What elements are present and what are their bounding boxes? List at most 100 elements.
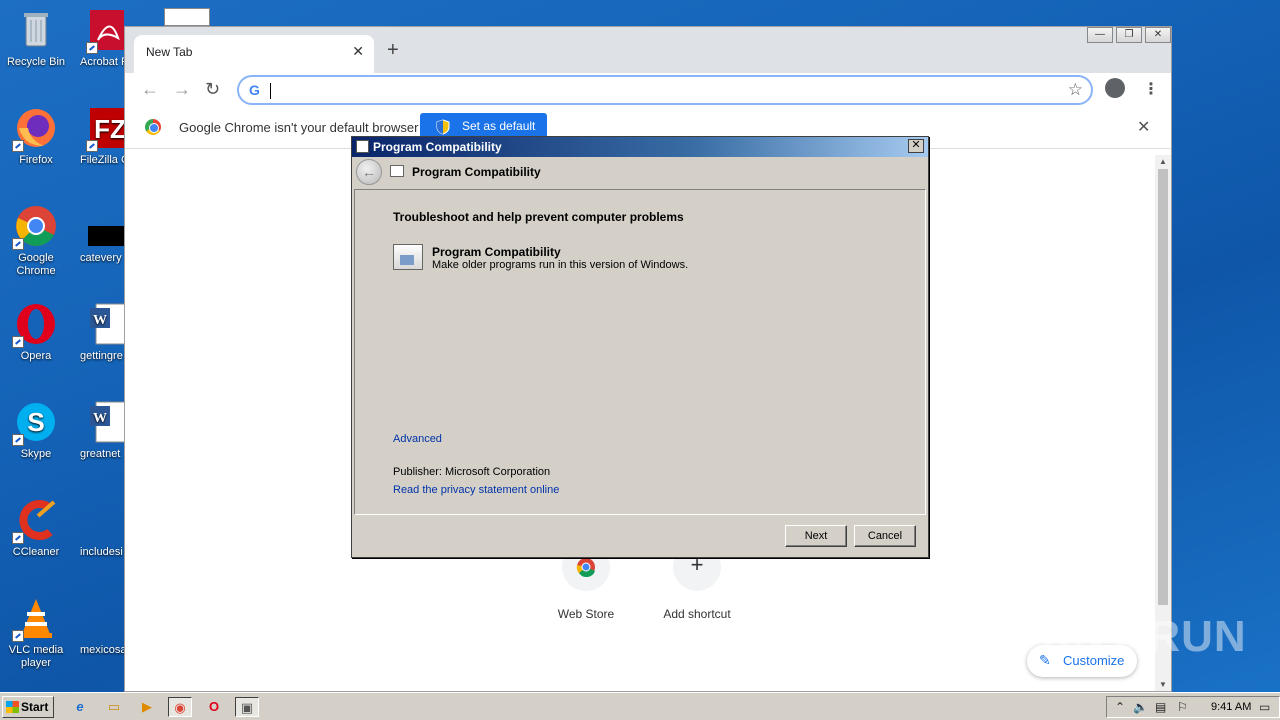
next-button[interactable]: Next (785, 525, 847, 547)
close-icon[interactable]: ✕ (352, 43, 364, 60)
program-compat-icon[interactable]: ▣ (235, 697, 259, 717)
show-hidden-icons-icon[interactable]: ⌃ (1115, 700, 1125, 714)
browser-toolbar: ← → ↻ G ☆ ⋮ (125, 73, 1171, 109)
tab-strip: New Tab ✕ + — ❐ ✕ (125, 27, 1171, 73)
desktop-icon-label: FileZilla C (80, 154, 124, 166)
opera-icon[interactable]: O (202, 697, 226, 717)
dialog-header: ← Program Compatibility (352, 157, 928, 187)
volume-icon[interactable]: 🔈 (1133, 700, 1148, 714)
desktop-icon-acrobat[interactable]: Acrobat Reader (80, 8, 124, 69)
desktop-icon-includesi[interactable]: includesi (80, 498, 124, 559)
forward-button[interactable]: → (173, 79, 191, 100)
svg-text:FZ: FZ (94, 114, 124, 144)
action-center-flag-icon[interactable]: ⚐ (1177, 700, 1188, 714)
ccleaner-icon (12, 498, 58, 544)
desktop-icon-recycle-bin[interactable]: Recycle Bin (0, 8, 72, 69)
start-button[interactable]: Start (2, 696, 54, 718)
google-logo-icon: G (249, 82, 260, 98)
desktop-icon-label: VLC media player (8, 644, 64, 669)
scroll-up-arrow-icon[interactable]: ▲ (1159, 157, 1167, 166)
privacy-statement-link[interactable]: Read the privacy statement online (393, 484, 559, 496)
desktop-icon-ccleaner[interactable]: CCleaner (0, 498, 72, 559)
media-player-icon[interactable]: ▶ (135, 697, 159, 717)
dialog-header-title: Program Compatibility (412, 165, 541, 179)
dialog-content: Troubleshoot and help prevent computer p… (354, 189, 926, 515)
program-compat-icon (356, 140, 369, 153)
desktop-icon-label: gettingre (80, 350, 123, 362)
desktop-icon-gettingre[interactable]: W gettingre (80, 302, 124, 363)
shield-icon (436, 119, 450, 135)
desktop-icon-mexicosa[interactable]: mexicosa (80, 596, 124, 657)
set-as-default-label: Set as default (462, 119, 536, 133)
clock[interactable]: 9:41 AM (1211, 701, 1251, 713)
scrollbar[interactable]: ▲ ▼ (1155, 155, 1171, 691)
scroll-thumb[interactable] (1158, 169, 1168, 605)
shortcut-label: Web Store (557, 607, 615, 621)
program-compat-icon[interactable] (393, 244, 423, 270)
infobar-message: Google Chrome isn't your default browser (179, 120, 419, 135)
close-window-button[interactable]: ✕ (1145, 27, 1171, 43)
desktop-icon-opera[interactable]: Opera (0, 302, 72, 363)
word-doc-icon: W (88, 302, 124, 346)
minimize-button[interactable]: — (1087, 27, 1113, 43)
file-icon (88, 498, 124, 542)
desktop-icon-greatnet[interactable]: W greatnet (80, 400, 124, 461)
ie-icon[interactable]: e (68, 697, 92, 717)
network-icon[interactable]: ▤ (1155, 700, 1166, 714)
shortcut-arrow-icon (12, 336, 24, 348)
reload-button[interactable]: ↻ (205, 79, 220, 100)
tab-title: New Tab (146, 45, 193, 59)
show-desktop-icon[interactable]: ▭ (1259, 700, 1270, 714)
program-compatibility-dialog: Program Compatibility ✕ ← Program Compat… (351, 136, 929, 558)
publisher-text: Publisher: Microsoft Corporation (393, 466, 551, 478)
program-compat-icon (390, 165, 404, 177)
desktop-icon-google-chrome[interactable]: Google Chrome (0, 204, 72, 278)
back-button[interactable]: ← (141, 79, 159, 100)
text-cursor (270, 83, 271, 99)
desktop-icon-label: greatnet (80, 448, 121, 460)
system-tray: ⌃ 🔈 ▤ ⚐ 9:41 AM ▭ (1106, 696, 1280, 718)
advanced-link[interactable]: Advanced (393, 433, 442, 445)
dialog-title: Program Compatibility (373, 140, 502, 154)
shortcut-arrow-icon (12, 532, 24, 544)
vlc-icon (12, 596, 58, 642)
dialog-title-bar[interactable]: Program Compatibility ✕ (352, 137, 928, 157)
cancel-button[interactable]: Cancel (854, 525, 916, 547)
chrome-icon[interactable]: ◉ (168, 697, 192, 717)
tab-new-tab[interactable]: New Tab ✕ (134, 35, 374, 73)
desktop-icon-label: mexicosa (80, 644, 124, 656)
acrobat-icon (86, 8, 124, 54)
close-icon[interactable]: ✕ (1137, 117, 1150, 137)
profile-icon[interactable] (1105, 78, 1125, 98)
shortcut-arrow-icon (12, 630, 24, 642)
desktop-icon-filezilla[interactable]: FZ FileZilla C (80, 106, 124, 167)
desktop-icon-vlc[interactable]: VLC media player (0, 596, 72, 670)
opera-icon (12, 302, 58, 348)
windows-logo-icon (6, 701, 19, 713)
close-icon[interactable]: ✕ (908, 139, 924, 153)
task-title[interactable]: Program Compatibility (432, 245, 561, 259)
desktop-icon-skype[interactable]: S Skype (0, 400, 72, 461)
start-label: Start (21, 700, 49, 714)
restore-button[interactable]: ❐ (1116, 27, 1142, 43)
svg-text:S: S (27, 407, 44, 437)
svg-text:W: W (93, 313, 107, 328)
address-bar[interactable]: G ☆ (237, 75, 1093, 105)
taskbar: Start e ▭ ▶ ◉ O ▣ ⌃ 🔈 ▤ ⚐ 9:41 AM ▭ (0, 692, 1280, 720)
desktop-icon-firefox[interactable]: Firefox (0, 106, 72, 167)
desktop-icon-label: CCleaner (12, 546, 60, 558)
dialog-heading: Troubleshoot and help prevent computer p… (393, 210, 684, 224)
back-button[interactable]: ← (356, 159, 382, 185)
file-icon[interactable] (164, 8, 210, 26)
shortcut-arrow-icon (12, 140, 24, 152)
explorer-icon[interactable]: ▭ (102, 697, 126, 717)
word-doc-icon: W (88, 400, 124, 444)
scroll-down-arrow-icon[interactable]: ▼ (1159, 680, 1167, 689)
menu-icon[interactable]: ⋮ (1143, 79, 1159, 99)
shortcut-label: Add shortcut (663, 607, 731, 621)
bookmark-star-icon[interactable]: ☆ (1068, 80, 1083, 100)
new-tab-button[interactable]: + (387, 39, 399, 62)
desktop-icon-catevery[interactable]: catevery (80, 204, 124, 265)
filezilla-icon: FZ (86, 106, 124, 152)
shortcut-arrow-icon (12, 238, 24, 250)
